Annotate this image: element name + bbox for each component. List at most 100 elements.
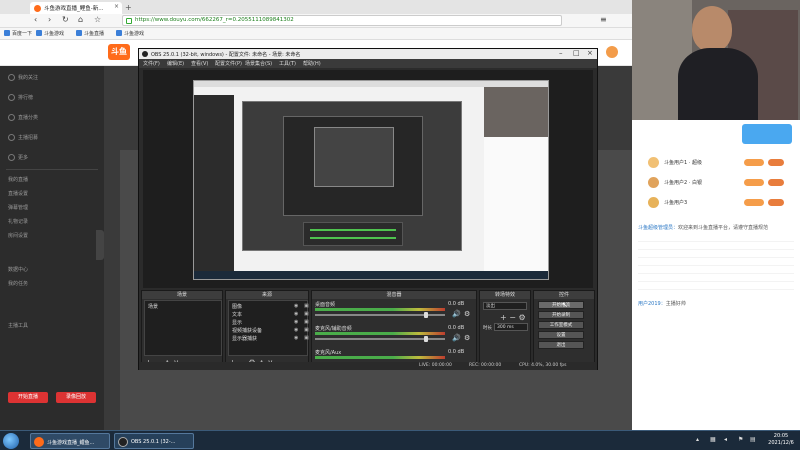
eye-icon[interactable]: ◉ [294,311,298,317]
speaker-icon[interactable]: 🔊 [452,334,461,342]
user-avatar[interactable] [606,46,618,58]
rank-row[interactable]: 斗鱼用户1 · 超级 [638,156,794,170]
source-item[interactable]: 文本 ◉ ▣ [232,311,309,318]
sidebar-item[interactable]: 直播设置 [8,190,28,197]
menu-icon[interactable]: ≡ [600,15,607,24]
volume-knob[interactable] [424,336,428,342]
mixer-channel-label: 麦克风/Aux [315,350,342,356]
promo-banner[interactable] [742,124,792,144]
bookmark-icon [76,30,82,36]
douyu-logo[interactable]: 斗鱼 [108,44,130,60]
taskbar-item-browser[interactable]: 斗鱼游戏直播_鲤鱼... [30,433,110,449]
bookmark-item[interactable]: 斗鱼直播 [76,30,104,37]
bookmark-item[interactable]: 百度一下 [4,30,32,37]
menu-view[interactable]: 查看(V) [191,60,208,67]
sidebar-item[interactable]: 房间设置 [8,232,28,239]
start-recording-button[interactable]: 开始录制 [538,311,584,319]
minimize-icon[interactable]: – [559,49,563,57]
windows-taskbar: 斗鱼游戏直播_鲤鱼... OBS 25.0.1 (32-... ▴ ▦ ◂ ⚑ … [0,430,800,450]
mixer-channel-label: 桌面音频 [315,302,336,308]
bookmark-item[interactable]: 斗鱼游戏 [116,30,144,37]
sidebar-item[interactable]: 我的关注 [8,74,38,81]
rank-row[interactable]: 斗鱼用户3 [638,196,794,210]
eye-icon[interactable]: ◉ [294,303,298,309]
lock-icon[interactable]: ▣ [304,311,309,317]
new-tab-icon[interactable]: + [125,3,132,12]
duration-input[interactable]: 300 ms [494,323,528,331]
lock-icon[interactable]: ▣ [304,319,309,325]
input-method-icon[interactable]: ▤ [750,436,756,443]
menu-file[interactable]: 文件(F) [143,60,160,67]
menu-tools[interactable]: 工具(T) [279,60,296,67]
scenes-list[interactable]: 场景 [144,300,222,356]
start-button-icon[interactable] [3,433,19,449]
home-icon[interactable]: ⌂ [78,15,83,24]
rank-row[interactable]: 斗鱼用户2 · 白银 [638,176,794,190]
eye-icon[interactable]: ◉ [294,335,298,341]
reload-icon[interactable]: ↻ [62,15,69,24]
taskbar-clock[interactable]: 20:05 2021/12/6 [764,433,798,447]
maximize-icon[interactable]: □ [573,49,580,57]
transitions-header: 转场特效 [480,291,530,299]
source-item[interactable]: 视频捕获设备 ◉ ▣ [232,327,309,334]
douyu-favicon-icon [34,5,41,12]
lock-icon[interactable]: ▣ [304,335,309,341]
gear-icon[interactable]: ⚙ [464,334,470,342]
lock-icon[interactable]: ▣ [304,327,309,333]
menu-profile[interactable]: 配置文件(P) [215,60,242,67]
gear-icon[interactable]: ⚙ [464,310,470,318]
source-item[interactable]: 显示 ◉ ▣ [232,319,309,326]
record-playback-button[interactable]: 录像回放 [56,392,96,403]
obs-preview[interactable] [143,70,593,288]
address-bar[interactable]: https://www.douyu.com/662267_r=0.2055111… [122,15,562,26]
network-icon[interactable]: ▦ [710,436,716,443]
studio-mode-button[interactable]: 工作室模式 [538,321,584,329]
transition-select[interactable]: 淡出 [483,302,527,310]
sidebar-item[interactable]: 直播分类 [8,114,38,121]
start-streaming-button[interactable]: 开始推流 [538,301,584,309]
level-badge [744,159,764,166]
eye-icon[interactable]: ◉ [294,327,298,333]
sidebar-item[interactable]: 弹幕管理 [8,204,28,211]
source-item[interactable]: 显示器捕获 ◉ ▣ [232,335,309,342]
clock-time: 20:05 [773,433,789,439]
add-remove-transition[interactable]: + − ⚙ [500,313,526,322]
forward-icon[interactable]: › [48,15,51,24]
speaker-icon[interactable]: 🔊 [452,310,461,318]
volume-icon[interactable]: ◂ [724,436,727,443]
level-badge [744,179,764,186]
sidebar-item[interactable]: 我的直播 [8,176,28,183]
sidebar-item[interactable]: 主播工具 [8,322,28,329]
scene-item[interactable]: 场景 [148,303,158,310]
bookmark-item[interactable]: 斗鱼游戏 [36,30,64,37]
back-icon[interactable]: ‹ [34,15,37,24]
close-tab-icon[interactable]: × [114,3,119,10]
sidebar-item[interactable]: 排行榜 [8,94,33,101]
volume-knob[interactable] [424,312,428,318]
browser-tab[interactable]: 斗鱼游戏直播_鲤鱼-新... × [30,2,122,14]
source-item[interactable]: 图像 ◉ ▣ [232,303,309,310]
sidebar-item[interactable]: 礼物记录 [8,218,28,225]
settings-button[interactable]: 设置 [538,331,584,339]
lock-icon[interactable]: ▣ [304,303,309,309]
flag-icon[interactable]: ⚑ [738,436,743,443]
taskbar-item-obs[interactable]: OBS 25.0.1 (32-... [114,433,194,449]
sidebar-item[interactable]: 主播招募 [8,134,38,141]
obs-title: OBS 25.0.1 (32-bit, windows) - 配置文件: 未命名… [151,52,301,58]
menu-scene-collection[interactable]: 场景集合(S) [245,60,272,67]
audio-meter [315,308,445,311]
sidebar-item[interactable]: 更多 [8,154,28,161]
sidebar-item[interactable]: 数据中心 [8,266,28,273]
close-icon[interactable]: × [587,49,593,57]
menu-help[interactable]: 帮助(H) [303,60,321,67]
controls-dock: 控件 开始推流 开始录制 工作室模式 设置 退出 ↖ [533,290,595,370]
tray-arrow-icon[interactable]: ▴ [696,436,699,443]
sources-list[interactable]: 图像 ◉ ▣ 文本 ◉ ▣ 显示 ◉ ▣ 视频捕获设备 ◉ ▣ 显示器捕获 ◉ ▣ [228,300,309,356]
sidebar-item[interactable]: 我的任务 [8,280,28,287]
start-live-button[interactable]: 开始直播 [8,392,48,403]
eye-icon[interactable]: ◉ [294,319,298,325]
star-icon[interactable]: ☆ [94,15,101,24]
exit-button[interactable]: 退出 [538,341,584,349]
menu-edit[interactable]: 编辑(E) [167,60,184,67]
sidebar-collapse-handle[interactable] [96,230,104,260]
